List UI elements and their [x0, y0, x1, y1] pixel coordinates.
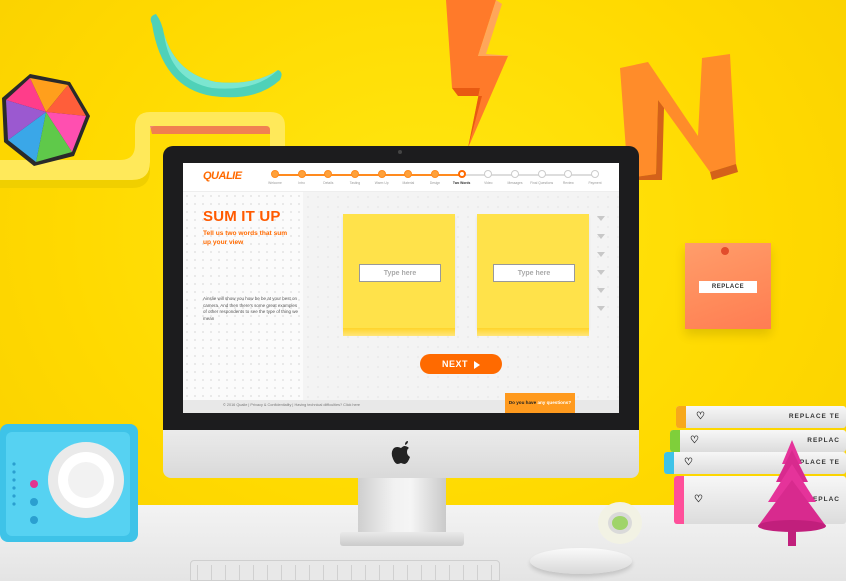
camera-icon	[398, 150, 402, 154]
wall-note-label: REPLACE	[699, 281, 757, 293]
keyboard	[190, 560, 500, 581]
progress-step-label: Video	[484, 181, 493, 185]
progress-step-label: Review	[562, 181, 574, 185]
progress-step-dot	[271, 170, 279, 178]
progress-step-label: Tasting	[349, 181, 361, 185]
progress-step-label: Details	[323, 181, 334, 185]
book: ♡ REPLACE TE	[676, 406, 846, 428]
word-card-1	[343, 214, 455, 336]
scroll-hint-arrows	[597, 216, 607, 346]
left-panel: SUM IT UP Tell us two words that sum up …	[183, 192, 303, 400]
tape-roll	[598, 502, 642, 544]
page-title: SUM IT UP	[203, 208, 281, 225]
progress-step-dot	[297, 170, 306, 178]
chevron-down-icon	[597, 216, 605, 221]
app-logo[interactable]: QUALIE	[203, 170, 242, 182]
questions-highlight: any questions?	[537, 400, 572, 405]
questions-button[interactable]: Do you have any questions?	[505, 393, 575, 413]
progress-step: Design	[422, 168, 448, 185]
pin-icon	[721, 247, 729, 255]
radio-speaker	[0, 424, 138, 542]
computer-mouse	[530, 548, 632, 574]
progress-step-label: Two Words	[452, 181, 471, 185]
progress-step: Details	[315, 168, 341, 185]
progress-step-dot	[324, 170, 333, 178]
play-icon	[474, 360, 480, 369]
progress-step: Final Questions	[529, 168, 555, 185]
chevron-down-icon	[597, 234, 605, 239]
cone-ornament	[758, 440, 826, 546]
next-button[interactable]: NEXT	[420, 354, 502, 374]
next-label: NEXT	[441, 359, 468, 369]
progress-step-label: Final Questions	[530, 181, 554, 185]
progress-step-label: Warm Up	[374, 181, 389, 185]
progress-step: Payment	[582, 168, 608, 185]
chevron-down-icon	[597, 306, 605, 311]
progress-step-dot	[511, 170, 519, 178]
progress-step: Tasting	[342, 168, 368, 185]
progress-stepper: Welcome Intro Details Tasting Warm Up Materia…	[268, 168, 608, 188]
progress-step-label: Material	[402, 181, 415, 185]
chevron-down-icon	[597, 288, 605, 293]
progress-step-label: Payment	[588, 181, 602, 185]
progress-step: Video	[475, 168, 501, 185]
desk-scene: REPLACE ♡ REPLACE TE ♡ REPLAC ♡ REPLACE …	[0, 0, 846, 581]
word-card-2	[477, 214, 589, 336]
page-subtitle: Tell us two words that sum up your view	[203, 230, 288, 246]
banana-ornament	[150, 14, 282, 98]
progress-step: Messages	[502, 168, 528, 185]
app-footer: © 2016 Qualie | Privacy & Confidentialit…	[183, 393, 619, 413]
progress-step-dot	[591, 170, 599, 178]
progress-step-dot	[484, 170, 493, 178]
chevron-down-icon	[597, 252, 605, 257]
progress-step-dot	[377, 170, 386, 178]
page-description: Ainslie will show you how be be at your …	[203, 296, 299, 321]
progress-step: Intro	[289, 168, 315, 185]
progress-step-dot	[351, 170, 359, 178]
monitor-stand-base	[340, 532, 464, 546]
progress-step-dot	[564, 170, 573, 178]
gem-ornament	[2, 74, 90, 166]
progress-step: Material	[395, 168, 421, 185]
chevron-down-icon	[597, 270, 605, 275]
progress-step-dot	[404, 170, 413, 178]
progress-step-dot	[457, 170, 466, 178]
progress-step: Two Words	[449, 168, 475, 185]
footer-links[interactable]: © 2016 Qualie | Privacy & Confidentialit…	[223, 403, 360, 407]
progress-step-label: Messages	[507, 181, 523, 185]
lightning-ornament	[446, 0, 512, 148]
progress-step-label: Welcome	[268, 181, 282, 185]
progress-step-label: Intro	[298, 181, 305, 185]
progress-step: Warm Up	[369, 168, 395, 185]
word-input-1[interactable]	[359, 264, 441, 282]
progress-step-dot	[537, 170, 546, 178]
wall-sticky-note: REPLACE	[685, 243, 771, 329]
progress-step-dot	[431, 170, 439, 178]
word-input-2[interactable]	[493, 264, 575, 282]
progress-step-label: Design	[429, 181, 441, 185]
apple-logo-icon	[391, 441, 410, 464]
app-screen: QUALIE Welcome Intro Details Tasting Warm Up…	[183, 163, 619, 413]
app-header: QUALIE Welcome Intro Details Tasting Warm Up…	[183, 163, 619, 192]
monitor-stand	[358, 478, 446, 534]
questions-prefix: Do you have	[508, 400, 538, 405]
progress-step: Welcome	[262, 168, 288, 185]
progress-step: Review	[555, 168, 581, 185]
